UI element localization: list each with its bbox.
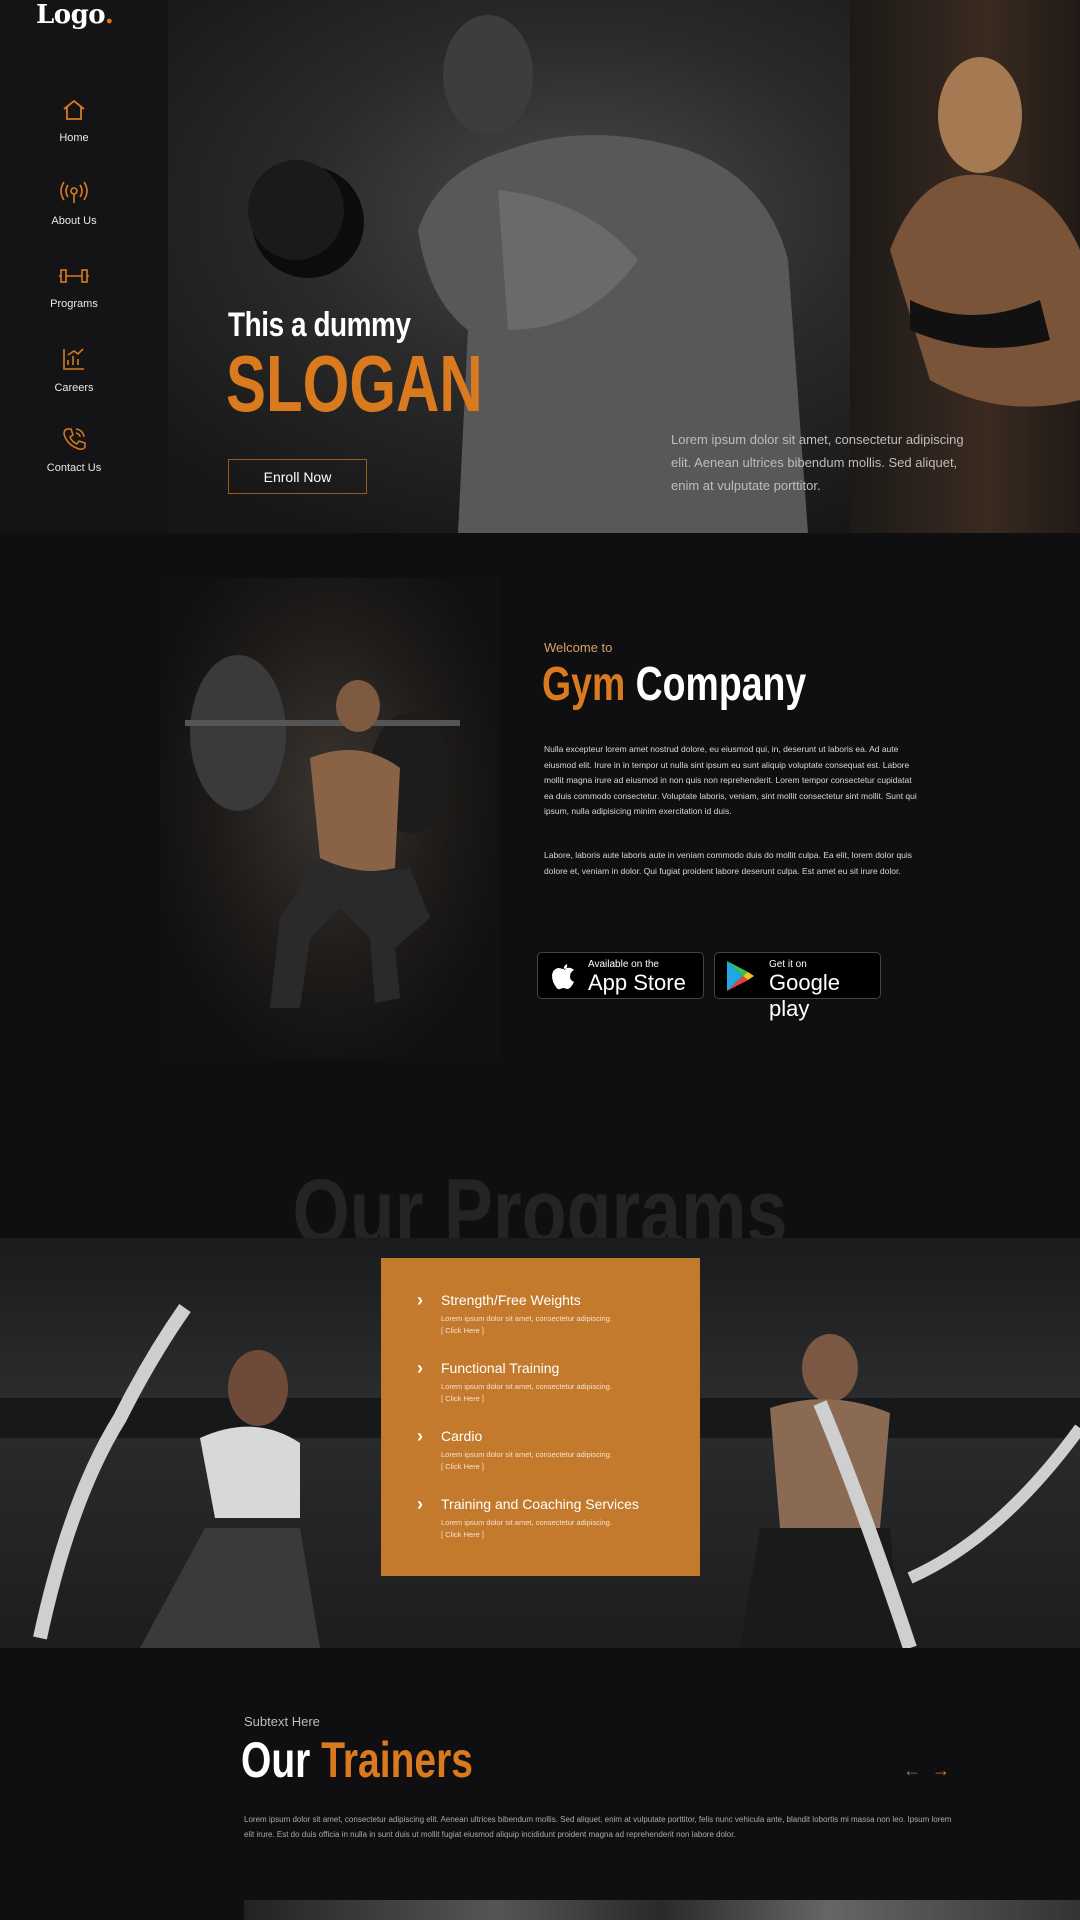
dumbbell-icon <box>59 269 89 283</box>
broadcast-icon <box>60 181 88 203</box>
program-item[interactable]: › Strength/Free Weights Lorem ipsum dolo… <box>417 1291 681 1335</box>
enroll-now-button[interactable]: Enroll Now <box>228 459 367 494</box>
trainers-description: Lorem ipsum dolor sit amet, consectetur … <box>244 1815 952 1839</box>
arrow-right-icon[interactable]: → <box>932 1760 950 1781</box>
logo[interactable]: Logo. <box>36 0 114 30</box>
googleplay-small-text: Get it on <box>769 959 807 970</box>
googleplay-large-text: Google play <box>769 970 840 1021</box>
google-play-icon <box>727 961 754 991</box>
trainers-subtext: Subtext Here <box>244 1714 320 1729</box>
chevron-right-icon: › <box>417 1290 423 1310</box>
chevron-right-icon: › <box>417 1426 423 1446</box>
chevron-right-icon: › <box>417 1494 423 1514</box>
hero-description: Lorem ipsum dolor sit amet, consectetur … <box>671 432 964 493</box>
about-title-accent: Gym <box>542 658 626 711</box>
welcome-text: Welcome to <box>544 640 613 655</box>
nav-item-careers[interactable]: Careers <box>0 346 148 396</box>
program-link[interactable]: [ Click Here ] <box>441 1530 681 1539</box>
program-desc: Lorem ipsum dolor sit amet, consectetur … <box>441 1450 612 1459</box>
nav-item-home[interactable]: Home <box>0 98 148 146</box>
trainers-title-accent: Trainers <box>321 1732 473 1788</box>
apple-icon <box>552 964 574 990</box>
nav-item-contact[interactable]: Contact Us <box>0 426 148 476</box>
about-title-rest: Company <box>635 658 807 711</box>
trainers-title: Our Trainers <box>241 1731 473 1789</box>
chart-icon <box>63 348 84 370</box>
about-athlete-image <box>160 578 500 1058</box>
nav-label-contact: Contact Us <box>46 462 102 474</box>
nav-label-programs: Programs <box>50 298 98 310</box>
program-title: Training and Coaching Services <box>441 1496 639 1512</box>
hero-slogan-big: SLOGAN <box>226 339 483 428</box>
program-link[interactable]: [ Click Here ] <box>441 1462 681 1471</box>
appstore-large-text: App Store <box>588 970 686 995</box>
program-title: Functional Training <box>441 1360 560 1376</box>
trainers-title-main: Our <box>241 1732 311 1788</box>
about-title: Gym Company <box>542 657 806 712</box>
program-title: Strength/Free Weights <box>441 1292 581 1308</box>
program-desc: Lorem ipsum dolor sit amet, consectetur … <box>441 1314 612 1323</box>
program-link[interactable]: [ Click Here ] <box>441 1394 681 1403</box>
trainer-photos-strip <box>244 1900 1080 1920</box>
logo-text: Logo <box>36 0 105 30</box>
home-icon <box>63 99 85 120</box>
arrow-left-icon[interactable]: ← <box>903 1760 921 1781</box>
appstore-small-text: Available on the <box>588 959 659 970</box>
logo-dot: . <box>104 0 114 30</box>
program-item[interactable]: › Training and Coaching Services Lorem i… <box>417 1495 681 1539</box>
about-paragraph-1: Nulla excepteur lorem amet nostrud dolor… <box>544 744 917 816</box>
phone-icon <box>63 428 86 450</box>
programs-card: › Strength/Free Weights Lorem ipsum dolo… <box>381 1258 700 1576</box>
program-link[interactable]: [ Click Here ] <box>441 1326 681 1335</box>
chevron-right-icon: › <box>417 1358 423 1378</box>
google-play-button[interactable]: Get it on Google play <box>714 952 881 1021</box>
nav-item-about[interactable]: About Us <box>0 181 148 229</box>
squat-figure <box>185 655 460 1008</box>
nav-label-home: Home <box>59 132 89 144</box>
nav-item-programs[interactable]: Programs <box>0 264 148 312</box>
program-title: Cardio <box>441 1428 483 1444</box>
program-desc: Lorem ipsum dolor sit amet, consectetur … <box>441 1382 612 1391</box>
app-store-button[interactable]: Available on the App Store <box>537 952 704 999</box>
program-desc: Lorem ipsum dolor sit amet, consectetur … <box>441 1518 612 1527</box>
program-item[interactable]: › Functional Training Lorem ipsum dolor … <box>417 1359 681 1403</box>
about-paragraph-2: Labore, laboris aute laboris aute in ven… <box>544 850 913 876</box>
program-item[interactable]: › Cardio Lorem ipsum dolor sit amet, con… <box>417 1427 681 1471</box>
nav-label-careers: Careers <box>54 382 94 394</box>
nav-label-about: About Us <box>51 215 97 227</box>
